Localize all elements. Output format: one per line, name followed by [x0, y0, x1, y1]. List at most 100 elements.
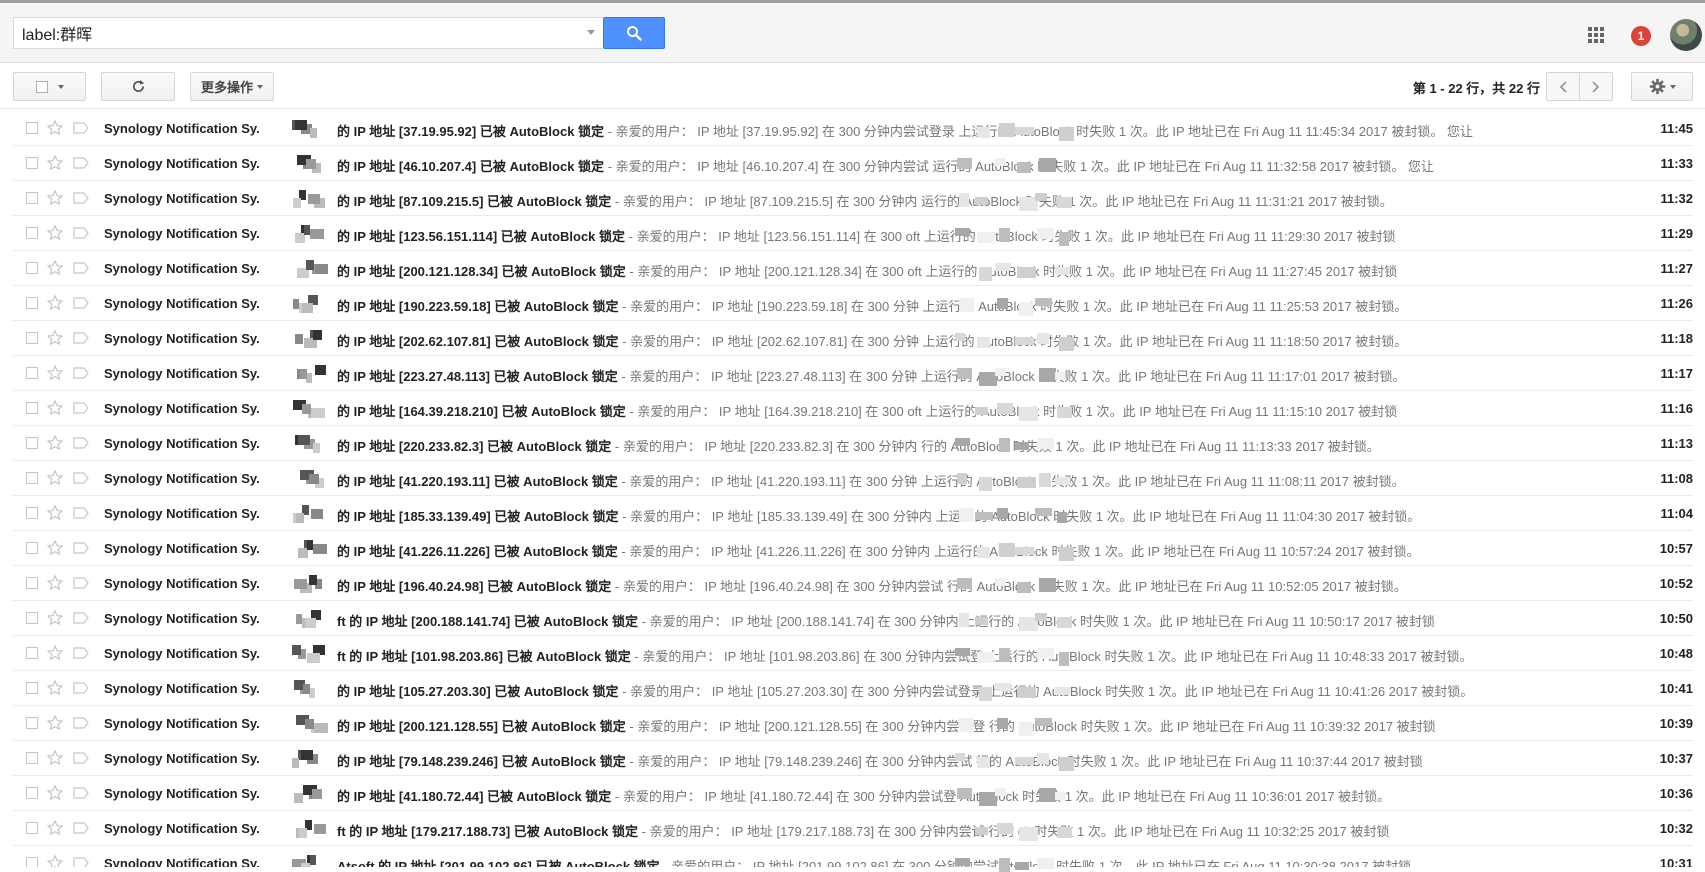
- table-row[interactable]: Synology Notification Sy. 的 IP 地址 [190.22…: [13, 286, 1693, 321]
- select-all-button[interactable]: [13, 72, 86, 101]
- row-checkbox[interactable]: [26, 157, 38, 169]
- row-checkbox[interactable]: [26, 367, 38, 379]
- table-row[interactable]: Synology Notification Sy. 的 IP 地址 [123.56…: [13, 216, 1693, 251]
- row-checkbox[interactable]: [26, 122, 38, 134]
- table-row[interactable]: Synology Notification Sy. ft 的 IP 地址 [101…: [13, 636, 1693, 671]
- star-icon[interactable]: [46, 189, 64, 207]
- table-row[interactable]: Synology Notification Sy. 的 IP 地址 [200.12…: [13, 251, 1693, 286]
- table-row[interactable]: Synology Notification Sy. 的 IP 地址 [185.33…: [13, 496, 1693, 531]
- star-icon[interactable]: [46, 364, 64, 382]
- next-page-button[interactable]: [1579, 72, 1613, 101]
- settings-button[interactable]: [1631, 72, 1693, 101]
- row-checkbox[interactable]: [26, 752, 38, 764]
- star-icon[interactable]: [46, 399, 64, 417]
- row-checkbox[interactable]: [26, 472, 38, 484]
- star-icon[interactable]: [46, 749, 64, 767]
- star-icon[interactable]: [46, 119, 64, 137]
- star-icon[interactable]: [46, 679, 64, 697]
- refresh-button[interactable]: [101, 72, 175, 101]
- table-row[interactable]: Synology Notification Sy. 的 IP 地址 [202.62…: [13, 321, 1693, 356]
- search-input[interactable]: [14, 18, 590, 48]
- row-checkbox[interactable]: [26, 227, 38, 239]
- star-icon[interactable]: [46, 329, 64, 347]
- table-row[interactable]: Synology Notification Sy. 的 IP 地址 [87.109…: [13, 181, 1693, 216]
- table-row[interactable]: Synology Notification Sy. 的 IP 地址 [200.12…: [13, 706, 1693, 741]
- table-row[interactable]: Synology Notification Sy. ft 的 IP 地址 [200…: [13, 601, 1693, 636]
- star-icon[interactable]: [46, 294, 64, 312]
- star-icon[interactable]: [46, 574, 64, 592]
- star-icon[interactable]: [46, 539, 64, 557]
- more-actions-button[interactable]: 更多操作: [190, 72, 274, 101]
- row-checkbox[interactable]: [26, 857, 38, 867]
- importance-marker-icon[interactable]: [73, 157, 89, 169]
- star-icon[interactable]: [46, 224, 64, 242]
- row-checkbox[interactable]: [26, 647, 38, 659]
- prev-page-button[interactable]: [1546, 72, 1580, 101]
- table-row[interactable]: Synology Notification Sy. 的 IP 地址 [41.226…: [13, 531, 1693, 566]
- star-icon[interactable]: [46, 819, 64, 837]
- notification-badge[interactable]: 1: [1631, 26, 1651, 46]
- importance-marker-icon[interactable]: [73, 332, 89, 344]
- star-icon[interactable]: [46, 434, 64, 452]
- table-row[interactable]: Synology Notification Sy. 的 IP 地址 [196.40…: [13, 566, 1693, 601]
- row-checkbox[interactable]: [26, 332, 38, 344]
- apps-grid-icon[interactable]: [1587, 26, 1605, 44]
- search-button[interactable]: [603, 17, 665, 49]
- avatar[interactable]: [1670, 19, 1702, 51]
- importance-marker-icon[interactable]: [73, 857, 89, 867]
- table-row[interactable]: Synology Notification Sy. 的 IP 地址 [223.27…: [13, 356, 1693, 391]
- search-box[interactable]: [13, 17, 603, 49]
- table-row[interactable]: Synology Notification Sy. 的 IP 地址 [41.180…: [13, 776, 1693, 811]
- star-icon[interactable]: [46, 644, 64, 662]
- table-row[interactable]: Synology Notification Sy. 的 IP 地址 [37.19.…: [13, 111, 1693, 146]
- row-checkbox[interactable]: [26, 682, 38, 694]
- importance-marker-icon[interactable]: [73, 752, 89, 764]
- row-checkbox[interactable]: [26, 437, 38, 449]
- importance-marker-icon[interactable]: [73, 402, 89, 414]
- star-icon[interactable]: [46, 784, 64, 802]
- table-row[interactable]: Synology Notification Sy. 的 IP 地址 [220.23…: [13, 426, 1693, 461]
- table-row[interactable]: Synology Notification Sy. 的 IP 地址 [105.27…: [13, 671, 1693, 706]
- row-checkbox[interactable]: [26, 612, 38, 624]
- importance-marker-icon[interactable]: [73, 647, 89, 659]
- row-checkbox[interactable]: [26, 507, 38, 519]
- importance-marker-icon[interactable]: [73, 577, 89, 589]
- star-icon[interactable]: [46, 259, 64, 277]
- star-icon[interactable]: [46, 609, 64, 627]
- importance-marker-icon[interactable]: [73, 297, 89, 309]
- row-checkbox[interactable]: [26, 192, 38, 204]
- table-row[interactable]: Synology Notification Sy. ft 的 IP 地址 [179…: [13, 811, 1693, 846]
- star-icon[interactable]: [46, 854, 64, 867]
- row-checkbox[interactable]: [26, 822, 38, 834]
- row-checkbox[interactable]: [26, 262, 38, 274]
- row-checkbox[interactable]: [26, 402, 38, 414]
- importance-marker-icon[interactable]: [73, 262, 89, 274]
- search-options-chevron-down-icon[interactable]: [587, 30, 595, 35]
- row-checkbox[interactable]: [26, 542, 38, 554]
- importance-marker-icon[interactable]: [73, 787, 89, 799]
- table-row[interactable]: Synology Notification Sy. 的 IP 地址 [41.220…: [13, 461, 1693, 496]
- row-checkbox[interactable]: [26, 717, 38, 729]
- importance-marker-icon[interactable]: [73, 542, 89, 554]
- star-icon[interactable]: [46, 714, 64, 732]
- star-icon[interactable]: [46, 469, 64, 487]
- table-row[interactable]: Synology Notification Sy. 的 IP 地址 [46.10.…: [13, 146, 1693, 181]
- importance-marker-icon[interactable]: [73, 472, 89, 484]
- select-all-checkbox[interactable]: [35, 80, 48, 93]
- star-icon[interactable]: [46, 504, 64, 522]
- importance-marker-icon[interactable]: [73, 437, 89, 449]
- importance-marker-icon[interactable]: [73, 682, 89, 694]
- importance-marker-icon[interactable]: [73, 122, 89, 134]
- table-row[interactable]: Synology Notification Sy. 的 IP 地址 [164.39…: [13, 391, 1693, 426]
- row-checkbox[interactable]: [26, 297, 38, 309]
- star-icon[interactable]: [46, 154, 64, 172]
- importance-marker-icon[interactable]: [73, 367, 89, 379]
- row-checkbox[interactable]: [26, 577, 38, 589]
- importance-marker-icon[interactable]: [73, 227, 89, 239]
- importance-marker-icon[interactable]: [73, 717, 89, 729]
- importance-marker-icon[interactable]: [73, 822, 89, 834]
- table-row[interactable]: Synology Notification Sy. 的 IP 地址 [79.148…: [13, 741, 1693, 776]
- row-checkbox[interactable]: [26, 787, 38, 799]
- table-row[interactable]: Synology Notification Sy. Atsoft 的 IP 地址 …: [13, 846, 1693, 867]
- importance-marker-icon[interactable]: [73, 612, 89, 624]
